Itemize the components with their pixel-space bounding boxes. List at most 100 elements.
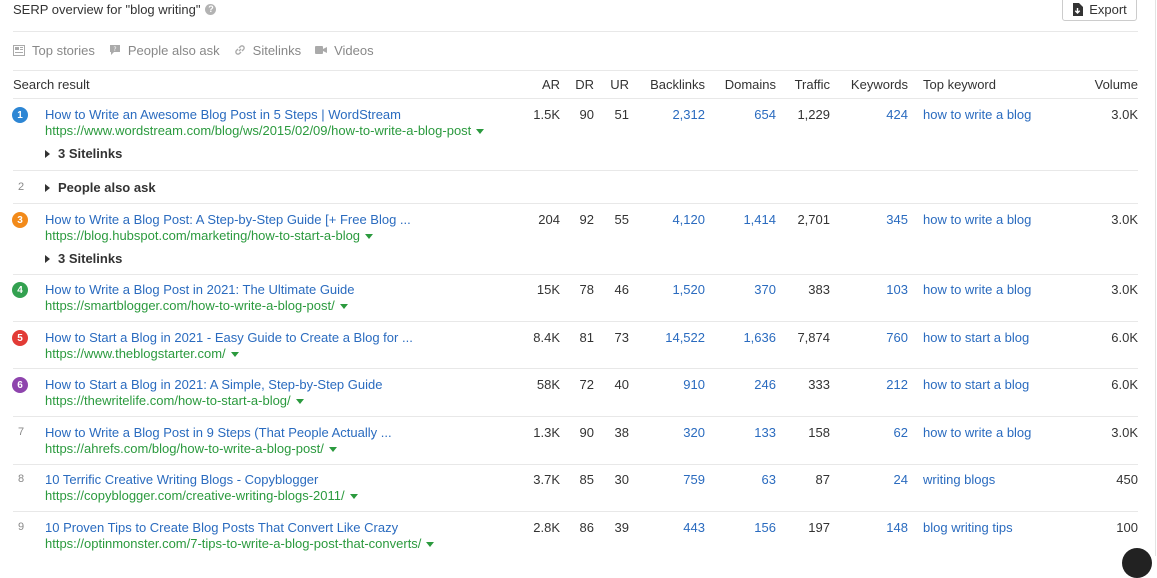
- cell-backlinks[interactable]: 910: [635, 377, 705, 392]
- result-title-link[interactable]: How to Write a Blog Post in 2021: The Ul…: [45, 282, 355, 297]
- cell-traffic: 7,874: [797, 330, 830, 345]
- filter-videos[interactable]: Videos: [315, 43, 374, 58]
- cell-ur: 73: [614, 330, 629, 345]
- cell-backlinks[interactable]: 4,120: [635, 212, 705, 227]
- cell-backlinks[interactable]: 1,520: [635, 282, 705, 297]
- chevron-down-icon[interactable]: [349, 494, 358, 500]
- result-url-text: https://thewritelife.com/how-to-start-a-…: [45, 393, 291, 408]
- result-url-text: https://smartblogger.com/how-to-write-a-…: [45, 298, 335, 313]
- cell-ar: 1.3K: [533, 425, 560, 440]
- cell-top-keyword[interactable]: how to write a blog: [923, 212, 1031, 227]
- cell-domains[interactable]: 156: [710, 520, 776, 535]
- col-volume[interactable]: Volume: [1080, 77, 1138, 92]
- result-title-link[interactable]: 10 Terrific Creative Writing Blogs - Cop…: [45, 472, 318, 487]
- col-traffic[interactable]: Traffic: [780, 77, 830, 92]
- cell-keywords[interactable]: 103: [835, 282, 908, 297]
- cell-backlinks[interactable]: 759: [635, 472, 705, 487]
- col-dr[interactable]: DR: [565, 77, 594, 92]
- sitelinks-toggle[interactable]: 3 Sitelinks: [45, 146, 122, 161]
- chevron-down-icon[interactable]: [426, 542, 435, 548]
- chevron-down-icon[interactable]: [476, 129, 485, 135]
- result-url-text: https://www.theblogstarter.com/: [45, 346, 226, 361]
- position-badge: 4: [12, 282, 28, 298]
- cell-backlinks[interactable]: 14,522: [635, 330, 705, 345]
- chevron-down-icon[interactable]: [339, 304, 348, 310]
- divider: [13, 416, 1138, 417]
- chevron-down-icon[interactable]: [328, 447, 337, 453]
- cell-keywords[interactable]: 62: [835, 425, 908, 440]
- help-icon[interactable]: ?: [205, 3, 217, 15]
- cell-volume: 3.0K: [1111, 212, 1138, 227]
- cell-top-keyword[interactable]: how to write a blog: [923, 425, 1031, 440]
- cell-top-keyword[interactable]: how to start a blog: [923, 330, 1029, 345]
- cell-domains[interactable]: 654: [710, 107, 776, 122]
- col-ar[interactable]: AR: [520, 77, 560, 92]
- cell-keywords[interactable]: 424: [835, 107, 908, 122]
- col-backlinks[interactable]: Backlinks: [635, 77, 705, 92]
- svg-text:?: ?: [113, 46, 116, 53]
- result-url[interactable]: https://copyblogger.com/creative-writing…: [45, 488, 358, 503]
- chevron-down-icon[interactable]: [365, 234, 374, 240]
- sitelinks-toggle[interactable]: 3 Sitelinks: [45, 251, 122, 266]
- cell-keywords[interactable]: 148: [835, 520, 908, 535]
- cell-dr: 72: [579, 377, 594, 392]
- result-title-link[interactable]: 10 Proven Tips to Create Blog Posts That…: [45, 520, 398, 535]
- position-badge: 1: [12, 107, 28, 123]
- result-title-link[interactable]: How to Start a Blog in 2021 - Easy Guide…: [45, 330, 413, 345]
- cell-keywords[interactable]: 345: [835, 212, 908, 227]
- filter-label: Top stories: [32, 42, 95, 58]
- cell-dr: 92: [579, 212, 594, 227]
- floating-action-button[interactable]: [1122, 548, 1152, 578]
- result-url-text: https://copyblogger.com/creative-writing…: [45, 488, 345, 503]
- cell-domains[interactable]: 1,636: [710, 330, 776, 345]
- col-top-keyword[interactable]: Top keyword: [923, 77, 996, 92]
- people-also-ask-toggle[interactable]: People also ask: [45, 180, 156, 195]
- chevron-down-icon[interactable]: [295, 399, 304, 405]
- cell-domains[interactable]: 133: [710, 425, 776, 440]
- page-header: SERP overview for "blog writing" ?: [13, 0, 217, 18]
- export-button[interactable]: Export: [1062, 0, 1137, 21]
- cell-keywords[interactable]: 24: [835, 472, 908, 487]
- cell-dr: 78: [579, 282, 594, 297]
- cell-top-keyword[interactable]: how to start a blog: [923, 377, 1029, 392]
- col-ur[interactable]: UR: [600, 77, 629, 92]
- result-title-link[interactable]: How to Write a Blog Post: A Step-by-Step…: [45, 212, 411, 227]
- filter-people-also-ask[interactable]: ? People also ask: [109, 43, 220, 58]
- col-domains[interactable]: Domains: [710, 77, 776, 92]
- result-title-link[interactable]: How to Start a Blog in 2021: A Simple, S…: [45, 377, 382, 392]
- filter-top-stories[interactable]: Top stories: [13, 43, 95, 58]
- result-url[interactable]: https://optinmonster.com/7-tips-to-write…: [45, 536, 435, 551]
- chevron-down-icon[interactable]: [230, 352, 239, 358]
- filter-sitelinks[interactable]: Sitelinks: [234, 43, 301, 58]
- divider: [13, 203, 1138, 204]
- cell-top-keyword[interactable]: writing blogs: [923, 472, 995, 487]
- cell-ur: 40: [614, 377, 629, 392]
- result-title-link[interactable]: How to Write a Blog Post in 9 Steps (Tha…: [45, 425, 392, 440]
- cell-domains[interactable]: 246: [710, 377, 776, 392]
- result-url[interactable]: https://smartblogger.com/how-to-write-a-…: [45, 298, 348, 313]
- sitelinks-label: 3 Sitelinks: [58, 251, 123, 266]
- cell-top-keyword[interactable]: blog writing tips: [923, 520, 1013, 535]
- cell-keywords[interactable]: 760: [835, 330, 908, 345]
- col-keywords[interactable]: Keywords: [835, 77, 908, 92]
- result-url[interactable]: https://blog.hubspot.com/marketing/how-t…: [45, 228, 374, 243]
- cell-ar: 58K: [536, 377, 560, 392]
- cell-domains[interactable]: 63: [710, 472, 776, 487]
- cell-keywords[interactable]: 212: [835, 377, 908, 392]
- result-url[interactable]: https://www.wordstream.com/blog/ws/2015/…: [45, 123, 485, 138]
- cell-ur: 46: [614, 282, 629, 297]
- cell-domains[interactable]: 1,414: [710, 212, 776, 227]
- cell-domains[interactable]: 370: [710, 282, 776, 297]
- cell-top-keyword[interactable]: how to write a blog: [923, 107, 1031, 122]
- cell-top-keyword[interactable]: how to write a blog: [923, 282, 1031, 297]
- cell-volume: 6.0K: [1111, 330, 1138, 345]
- result-url[interactable]: https://thewritelife.com/how-to-start-a-…: [45, 393, 304, 408]
- result-url[interactable]: https://ahrefs.com/blog/how-to-write-a-b…: [45, 441, 337, 456]
- cell-backlinks[interactable]: 2,312: [635, 107, 705, 122]
- col-search-result[interactable]: Search result: [13, 77, 90, 92]
- result-title-link[interactable]: How to Write an Awesome Blog Post in 5 S…: [45, 107, 401, 122]
- cell-backlinks[interactable]: 443: [635, 520, 705, 535]
- cell-backlinks[interactable]: 320: [635, 425, 705, 440]
- result-url[interactable]: https://www.theblogstarter.com/: [45, 346, 239, 361]
- video-camera-icon: [315, 46, 328, 54]
